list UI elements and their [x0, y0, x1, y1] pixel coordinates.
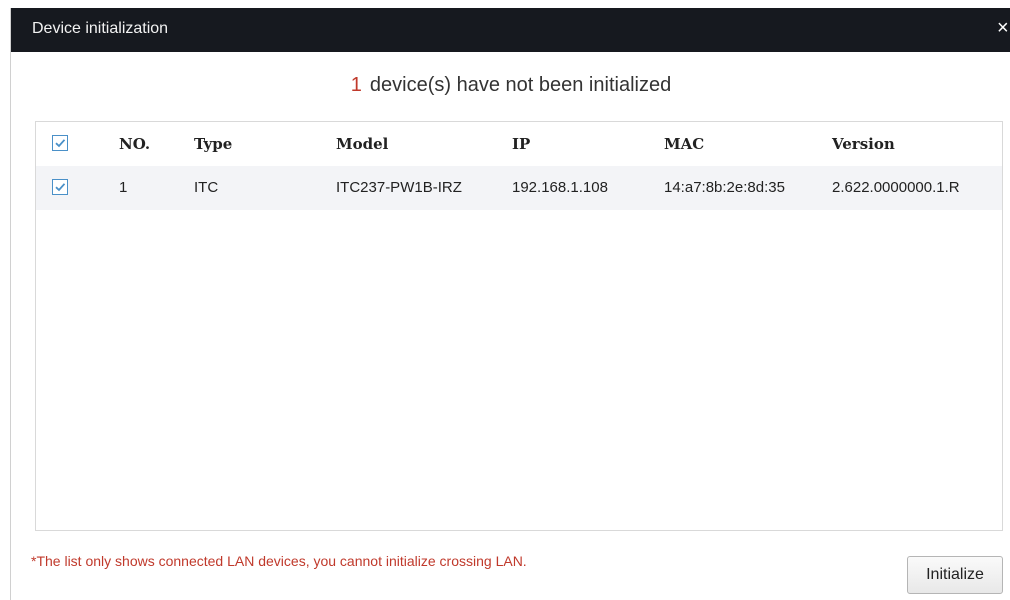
- status-message: device(s) have not been initialized: [369, 74, 672, 96]
- column-header-model: Model: [336, 135, 389, 153]
- cell-mac: 14:a7:8b:2e:8d:35: [664, 179, 785, 196]
- device-list: NO. Type Model IP MAC Version 1 ITC ITC2…: [35, 121, 1003, 531]
- table-row[interactable]: 1 ITC ITC237-PW1B-IRZ 192.168.1.108 14:a…: [36, 166, 1002, 210]
- cell-model: ITC237-PW1B-IRZ: [336, 179, 462, 196]
- check-icon: [55, 183, 66, 192]
- check-icon: [55, 139, 66, 148]
- cell-version: 2.622.0000000.1.R: [832, 179, 960, 196]
- cell-no: 1: [119, 179, 128, 196]
- uninitialized-status: 1 device(s) have not been initialized: [11, 74, 1010, 97]
- dialog-title: Device initialization: [32, 20, 169, 37]
- column-header-ip: IP: [512, 135, 531, 153]
- table-header-row: NO. Type Model IP MAC Version: [36, 122, 1002, 166]
- initialize-button[interactable]: Initialize: [907, 556, 1003, 594]
- column-header-mac: MAC: [664, 135, 705, 153]
- title-bar: Device initialization ×: [11, 8, 1010, 52]
- column-header-no: NO.: [119, 135, 151, 153]
- lan-note: *The list only shows connected LAN devic…: [31, 553, 527, 569]
- close-icon[interactable]: ×: [997, 17, 1010, 39]
- uninitialized-count: 1: [350, 74, 362, 96]
- cell-ip: 192.168.1.108: [512, 179, 608, 196]
- cell-type: ITC: [194, 179, 219, 196]
- column-header-version: Version: [832, 135, 895, 153]
- select-all-checkbox[interactable]: [52, 135, 68, 151]
- column-header-type: Type: [194, 135, 233, 153]
- row-checkbox[interactable]: [52, 179, 68, 195]
- device-initialization-dialog: Device initialization × 1 device(s) have …: [10, 8, 1010, 600]
